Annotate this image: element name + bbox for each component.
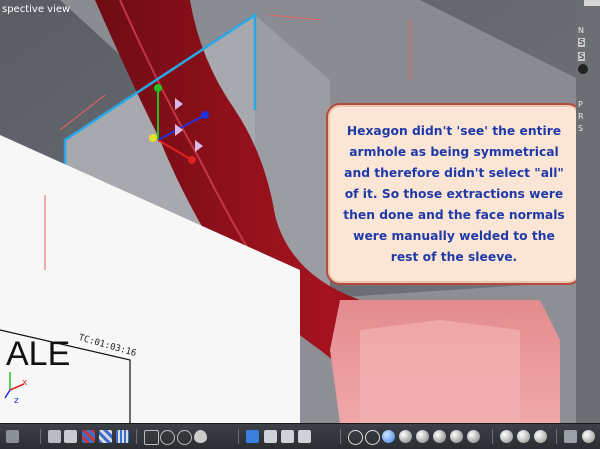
axis-x-label: x: [22, 378, 28, 388]
right-panel-item[interactable]: N: [578, 26, 584, 35]
gizmo-center: [149, 134, 157, 142]
checker-icon[interactable]: [116, 430, 129, 443]
annotation-callout: Hexagon didn't 'see' the entire armhole …: [326, 103, 582, 285]
gizmo-z-handle: [188, 156, 196, 164]
zoom-icon[interactable]: [177, 430, 192, 445]
scale-icon[interactable]: [298, 430, 311, 443]
viewport-label: spective view: [2, 4, 71, 15]
select-icon[interactable]: [246, 430, 259, 443]
right-panel: N S S P R S: [576, 0, 600, 423]
bottom-toolbar: [0, 423, 600, 449]
wire-sphere-icon[interactable]: [365, 430, 380, 445]
grid-icon[interactable]: [6, 430, 19, 443]
checker-icon[interactable]: [64, 430, 77, 443]
wire-sphere-icon[interactable]: [348, 430, 363, 445]
target-icon[interactable]: [160, 430, 175, 445]
eye-icon[interactable]: [194, 430, 207, 443]
gizmo-x-handle: [201, 111, 209, 119]
cuff-face: [360, 320, 520, 423]
sphere-icon[interactable]: [582, 430, 595, 443]
smooth-sphere-icon[interactable]: [399, 430, 412, 443]
axis-z-label: z: [14, 396, 19, 406]
lamp-icon[interactable]: [500, 430, 513, 443]
frame-icon[interactable]: [144, 430, 159, 445]
smooth-sphere-icon[interactable]: [416, 430, 429, 443]
drawing-text: ALE: [6, 335, 71, 373]
panel-button-icon[interactable]: [578, 64, 588, 74]
right-panel-header: [584, 0, 600, 6]
right-panel-item[interactable]: S: [578, 52, 586, 61]
smooth-sphere-icon[interactable]: [433, 430, 446, 443]
lamp-icon[interactable]: [534, 430, 547, 443]
right-panel-item[interactable]: S: [578, 124, 583, 133]
callout-text: Hexagon didn't 'see' the entire armhole …: [343, 123, 565, 264]
move-icon[interactable]: [264, 430, 277, 443]
gizmo-y-handle: [154, 84, 162, 92]
shield-icon[interactable]: [564, 430, 577, 443]
checker-icon[interactable]: [82, 430, 95, 443]
smooth-sphere-icon[interactable]: [467, 430, 480, 443]
smooth-sphere-icon[interactable]: [382, 430, 395, 443]
checker-icon[interactable]: [99, 430, 112, 443]
rotate-icon[interactable]: [281, 430, 294, 443]
smooth-sphere-icon[interactable]: [450, 430, 463, 443]
right-panel-item[interactable]: S: [578, 38, 586, 47]
right-panel-item[interactable]: P: [578, 100, 583, 109]
settings-icon[interactable]: [48, 430, 61, 443]
lamp-icon[interactable]: [517, 430, 530, 443]
right-panel-item[interactable]: R: [578, 112, 584, 121]
3d-viewport[interactable]: spective view ALE TC:01:03:16 x z Hexago…: [0, 0, 600, 423]
